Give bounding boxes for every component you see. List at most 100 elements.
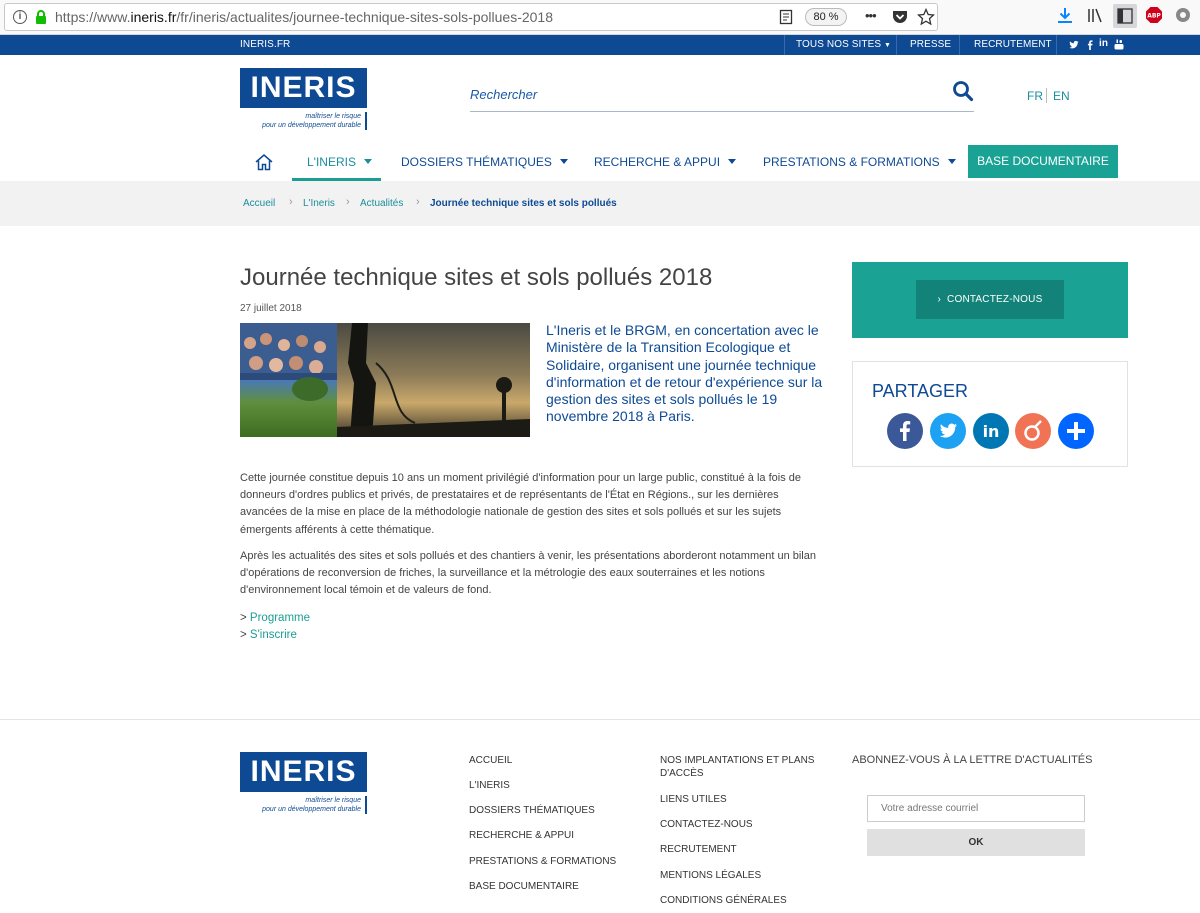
share-facebook-button[interactable]: [887, 413, 923, 449]
top-utility-bar: INERIS.FR TOUS NOS SITES ▼ PRESSE RECRUT…: [0, 35, 1200, 55]
reader-view-icon[interactable]: [778, 9, 794, 25]
facebook-icon: [900, 421, 911, 441]
divider: [1046, 88, 1047, 103]
nav-ineris[interactable]: L'INERIS: [307, 155, 372, 169]
recruitment-link[interactable]: RECRUTEMENT: [974, 39, 1052, 50]
lang-en-link[interactable]: EN: [1053, 89, 1070, 103]
nav-dossiers-thematiques[interactable]: DOSSIERS THÉMATIQUES: [401, 155, 568, 169]
breadcrumb-separator: ›: [289, 196, 293, 208]
adblock-icon[interactable]: ABP: [1145, 6, 1163, 24]
footer-logo[interactable]: INERIS maîtriser le risque pour un dévelo…: [240, 752, 367, 818]
divider: [1056, 35, 1057, 55]
footer-link-recherche[interactable]: RECHERCHE & APPUI: [469, 829, 574, 842]
share-linkedin-button[interactable]: in: [973, 413, 1009, 449]
breadcrumb-accueil[interactable]: Accueil: [243, 198, 275, 209]
sidebar-toggle-icon[interactable]: [1113, 4, 1137, 28]
linkedin-icon[interactable]: in: [1099, 38, 1108, 49]
home-icon[interactable]: [254, 153, 274, 171]
pocket-icon[interactable]: [891, 8, 909, 26]
nav-prestations-formations[interactable]: PRESTATIONS & FORMATIONS: [763, 155, 956, 169]
download-icon[interactable]: [1056, 6, 1074, 24]
link-inscrire: > S'inscrire: [240, 629, 297, 641]
article-paragraph: Après les actualités des sites et sols p…: [240, 550, 816, 597]
contact-button[interactable]: › CONTACTEZ-NOUS: [916, 280, 1064, 319]
footer-link-contact[interactable]: CONTACTEZ-NOUS: [660, 818, 753, 831]
breadcrumb-separator: ›: [346, 196, 350, 208]
logo-tagline: maîtriser le risque pour un développement…: [240, 112, 367, 130]
caret-down-icon: [728, 159, 737, 164]
caret-down-icon: ▼: [884, 42, 892, 49]
linkedin-icon: in: [983, 422, 1000, 441]
site-link[interactable]: INERIS.FR: [240, 39, 290, 50]
library-icon[interactable]: [1086, 6, 1104, 24]
share-twitter-button[interactable]: [930, 413, 966, 449]
logo-tagline: maîtriser le risque pour un développement…: [240, 796, 367, 814]
page-title: Journée technique sites et sols pollués …: [240, 264, 713, 291]
youtube-icon[interactable]: [1114, 39, 1124, 50]
caret-down-icon: [947, 159, 956, 164]
viadeo-icon: [1024, 420, 1042, 441]
share-title: PARTAGER: [872, 381, 969, 401]
footer-link-liens-utiles[interactable]: LIENS UTILES: [660, 793, 727, 806]
breadcrumb-separator: ›: [416, 196, 420, 208]
info-icon[interactable]: i: [13, 10, 27, 24]
newsletter-title: ABONNEZ-VOUS À LA LETTRE D'ACTUALITÉS: [852, 754, 1093, 766]
share-panel: PARTAGER in: [852, 361, 1128, 467]
search-input[interactable]: [470, 84, 940, 104]
base-documentaire-button[interactable]: BASE DOCUMENTAIRE: [968, 145, 1118, 178]
url-bar[interactable]: i https://www.ineris.fr/fr/ineris/actual…: [4, 3, 938, 31]
search-icon[interactable]: [952, 80, 974, 102]
footer-link-implantations[interactable]: NOS IMPLANTATIONS ET PLANS D'ACCÈS: [660, 754, 830, 780]
lang-fr-link[interactable]: FR: [1027, 89, 1043, 103]
caret-down-icon: [559, 159, 568, 164]
footer-link-prestations[interactable]: PRESTATIONS & FORMATIONS: [469, 855, 616, 868]
footer-link-recrutement[interactable]: RECRUTEMENT: [660, 843, 737, 856]
zoom-level[interactable]: 80 %: [805, 8, 847, 26]
facebook-icon[interactable]: [1086, 40, 1094, 50]
footer-link-accueil[interactable]: ACCUEIL: [469, 754, 512, 767]
search-bar: [470, 78, 974, 112]
divider: [784, 35, 785, 55]
svg-text:in: in: [983, 422, 1000, 441]
url-text[interactable]: https://www.ineris.fr/fr/ineris/actualit…: [55, 9, 553, 25]
svg-text:ABP: ABP: [1147, 13, 1161, 20]
logo-wordmark: INERIS: [240, 68, 367, 108]
plus-icon: [1067, 422, 1085, 440]
share-viadeo-button[interactable]: [1015, 413, 1051, 449]
share-more-button[interactable]: [1058, 413, 1094, 449]
caret-down-icon: [363, 159, 372, 164]
footer-link-conditions[interactable]: CONDITIONS GÉNÉRALES: [660, 894, 787, 907]
nav-recherche-appui[interactable]: RECHERCHE & APPUI: [594, 155, 737, 169]
contact-panel: › CONTACTEZ-NOUS: [852, 262, 1128, 338]
article-date: 27 juillet 2018: [240, 303, 302, 314]
link-programme: > Programme: [240, 612, 310, 624]
lock-icon[interactable]: [33, 9, 49, 25]
footer-divider: [0, 719, 1200, 720]
article-paragraph: Cette journée constitue depuis 10 ans un…: [240, 472, 801, 536]
divider: [959, 35, 960, 55]
twitter-icon: [939, 423, 957, 438]
breadcrumb-actualites[interactable]: Actualités: [360, 198, 403, 209]
article-image: [240, 323, 530, 437]
breadcrumb-ineris[interactable]: L'Ineris: [303, 198, 335, 209]
logo-wordmark: INERIS: [240, 752, 367, 792]
breadcrumb-current: Journée technique sites et sols pollués: [430, 198, 617, 209]
article-intro: L'Ineris et le BRGM, en concertation ave…: [546, 322, 823, 425]
press-link[interactable]: PRESSE: [910, 39, 951, 50]
footer-link-ineris[interactable]: L'INERIS: [469, 779, 510, 792]
ineris-logo[interactable]: INERIS maîtriser le risque pour un dévelo…: [240, 68, 367, 134]
footer-link-base-doc[interactable]: BASE DOCUMENTAIRE: [469, 880, 579, 893]
programme-link[interactable]: Programme: [250, 612, 310, 624]
inscrire-link[interactable]: S'inscrire: [250, 629, 297, 641]
twitter-icon[interactable]: [1069, 40, 1079, 50]
all-sites-dropdown[interactable]: TOUS NOS SITES ▼: [796, 39, 891, 50]
footer-link-dossiers[interactable]: DOSSIERS THÉMATIQUES: [469, 804, 595, 817]
browser-toolbar: i https://www.ineris.fr/fr/ineris/actual…: [0, 0, 1200, 35]
extension-gear-icon[interactable]: [1174, 6, 1192, 24]
newsletter-submit-button[interactable]: OK: [867, 829, 1085, 856]
divider: [896, 35, 897, 55]
footer-link-mentions[interactable]: MENTIONS LÉGALES: [660, 869, 761, 882]
newsletter-email-input[interactable]: [867, 795, 1085, 822]
bookmark-star-icon[interactable]: [917, 8, 935, 26]
page-actions-icon[interactable]: •••: [865, 8, 877, 23]
